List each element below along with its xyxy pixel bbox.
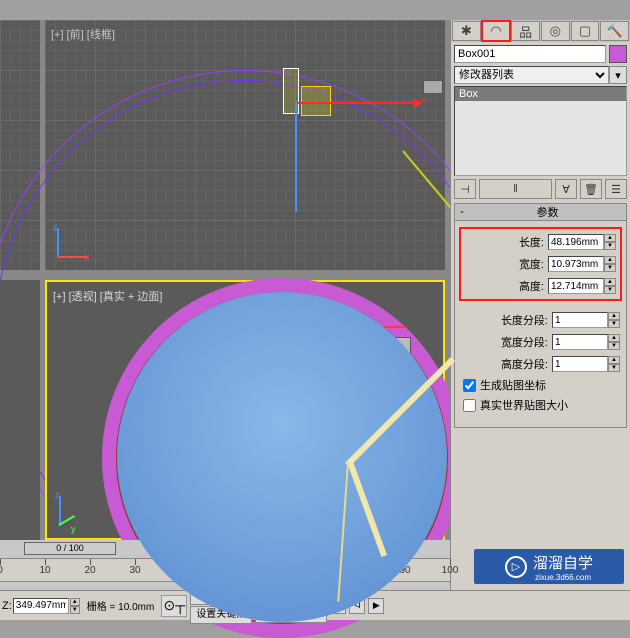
- spinner-down[interactable]: ▼: [70, 606, 80, 614]
- spinner-up[interactable]: ▲: [608, 334, 620, 342]
- z-coord-input[interactable]: [13, 598, 69, 614]
- axis-tripod: z y: [55, 490, 95, 530]
- length-label: 长度:: [463, 234, 548, 250]
- tick-label: 10: [39, 565, 50, 576]
- move-gizmo-plane[interactable]: [301, 86, 331, 116]
- length-segs-input[interactable]: [552, 312, 608, 328]
- gen-map-checkbox[interactable]: [463, 379, 476, 392]
- spinner-up[interactable]: ▲: [608, 356, 620, 364]
- clock-face: [117, 292, 447, 622]
- motion-tab[interactable]: ◎: [541, 21, 570, 41]
- show-end-result-button[interactable]: ‖: [479, 179, 552, 199]
- rollout-toggle-icon: -: [455, 206, 469, 218]
- height-segs-input[interactable]: [552, 356, 608, 372]
- time-slider[interactable]: 0 / 100: [24, 542, 116, 555]
- clock-hand-hour: [347, 461, 387, 557]
- axis-tripod: z x: [53, 222, 93, 262]
- spinner-up[interactable]: ▲: [604, 234, 616, 242]
- viewport-perspective[interactable]: [+] [透视] [真实 + 边面] ✢ z y: [45, 280, 445, 540]
- spinner-down[interactable]: ▼: [608, 320, 620, 328]
- clock-hand-second: [337, 462, 349, 602]
- make-unique-button[interactable]: ∀: [555, 179, 577, 199]
- utilities-tab[interactable]: 🔨: [600, 21, 629, 41]
- gen-map-label: 生成贴图坐标: [480, 377, 546, 393]
- modifier-list-dropdown[interactable]: 修改器列表: [454, 66, 609, 84]
- width-label: 宽度:: [463, 256, 548, 272]
- spinner-down[interactable]: ▼: [604, 286, 616, 294]
- real-world-label: 真实世界贴图大小: [480, 397, 568, 413]
- modify-tab[interactable]: ◠: [482, 21, 511, 41]
- display-tab[interactable]: ▢: [571, 21, 600, 41]
- params-rollout-header[interactable]: - 参数: [454, 203, 627, 221]
- pin-stack-button[interactable]: ⊣: [454, 179, 476, 199]
- watermark-sub: zixue.3d66.com: [535, 573, 593, 582]
- width-segs-input[interactable]: [552, 334, 608, 350]
- configure-modifier-button[interactable]: ☰: [605, 179, 627, 199]
- viewcube-icon[interactable]: [423, 80, 443, 94]
- viewport-front[interactable]: [+] [前] [线框] x z x: [45, 20, 445, 270]
- create-tab[interactable]: ✱: [452, 21, 481, 41]
- length-input[interactable]: [548, 234, 604, 250]
- modifier-stack[interactable]: Box: [454, 86, 627, 176]
- stack-item-box[interactable]: Box: [455, 87, 626, 101]
- width-segs-label: 宽度分段:: [459, 334, 552, 350]
- spinner-up[interactable]: ▲: [604, 278, 616, 286]
- clock-hand-minute: [345, 357, 455, 467]
- real-world-checkbox[interactable]: [463, 399, 476, 412]
- axis-y-label: y: [71, 524, 76, 534]
- tick-label: 30: [129, 565, 140, 576]
- spinner-down[interactable]: ▼: [608, 364, 620, 372]
- height-segs-label: 高度分段:: [459, 356, 552, 372]
- highlighted-dimensions: 长度: ▲▼ 宽度: ▲▼ 高度: ▲▼: [459, 227, 622, 301]
- tick-label: 0: [0, 565, 3, 576]
- hierarchy-tab[interactable]: 品: [511, 21, 540, 41]
- spinner-up[interactable]: ▲: [608, 312, 620, 320]
- viewport-front-label[interactable]: [+] [前] [线框]: [51, 26, 115, 42]
- width-input[interactable]: [548, 256, 604, 272]
- key-mode-toggle[interactable]: ⊙┬: [161, 595, 187, 617]
- command-panel: ✱ ◠ 品 ◎ ▢ 🔨 修改器列表 ▾ Box ⊣ ‖ ∀ 🗑 ☰ - 参数 长…: [450, 20, 630, 600]
- rollout-title: 参数: [469, 204, 626, 220]
- tick-label: 20: [84, 565, 95, 576]
- command-panel-tabs: ✱ ◠ 品 ◎ ▢ 🔨: [451, 20, 630, 42]
- viewport-area: [+] [前] [线框] x z x [+] [透视] [真实 + 边面]: [0, 20, 450, 540]
- length-segs-label: 长度分段:: [459, 312, 552, 328]
- remove-modifier-button[interactable]: 🗑: [580, 179, 602, 199]
- height-label: 高度:: [463, 278, 548, 294]
- watermark-text: 溜溜自学: [533, 552, 593, 573]
- spinner-down[interactable]: ▼: [608, 342, 620, 350]
- move-gizmo-x-label: x: [421, 94, 426, 104]
- z-coord-label: Z:: [2, 600, 12, 612]
- watermark-play-icon: ▷: [505, 556, 527, 578]
- spinner-down[interactable]: ▼: [604, 264, 616, 272]
- spinner-up[interactable]: ▲: [604, 256, 616, 264]
- move-gizmo-x-axis[interactable]: [297, 102, 417, 104]
- grid-size-label: 栅格 = 10.0mm: [83, 598, 159, 613]
- object-name-input[interactable]: [454, 45, 606, 63]
- height-input[interactable]: [548, 278, 604, 294]
- tick-label: 100: [442, 565, 459, 576]
- object-color-swatch[interactable]: [609, 45, 627, 63]
- spinner-up[interactable]: ▲: [70, 598, 80, 606]
- play-button[interactable]: ▶: [368, 598, 384, 614]
- move-gizmo-z-axis[interactable]: [295, 102, 297, 212]
- viewport-persp-label[interactable]: [+] [透视] [真实 + 边面]: [53, 288, 162, 304]
- watermark: ▷ 溜溜自学 zixue.3d66.com: [474, 549, 624, 584]
- params-rollout-body: 长度: ▲▼ 宽度: ▲▼ 高度: ▲▼ 长度分段: ▲▼ 宽度分段: ▲▼ 高…: [454, 221, 627, 428]
- viewport-bottom-left[interactable]: [0, 280, 40, 540]
- configure-sets-button[interactable]: ▾: [609, 66, 627, 84]
- spinner-down[interactable]: ▼: [604, 242, 616, 250]
